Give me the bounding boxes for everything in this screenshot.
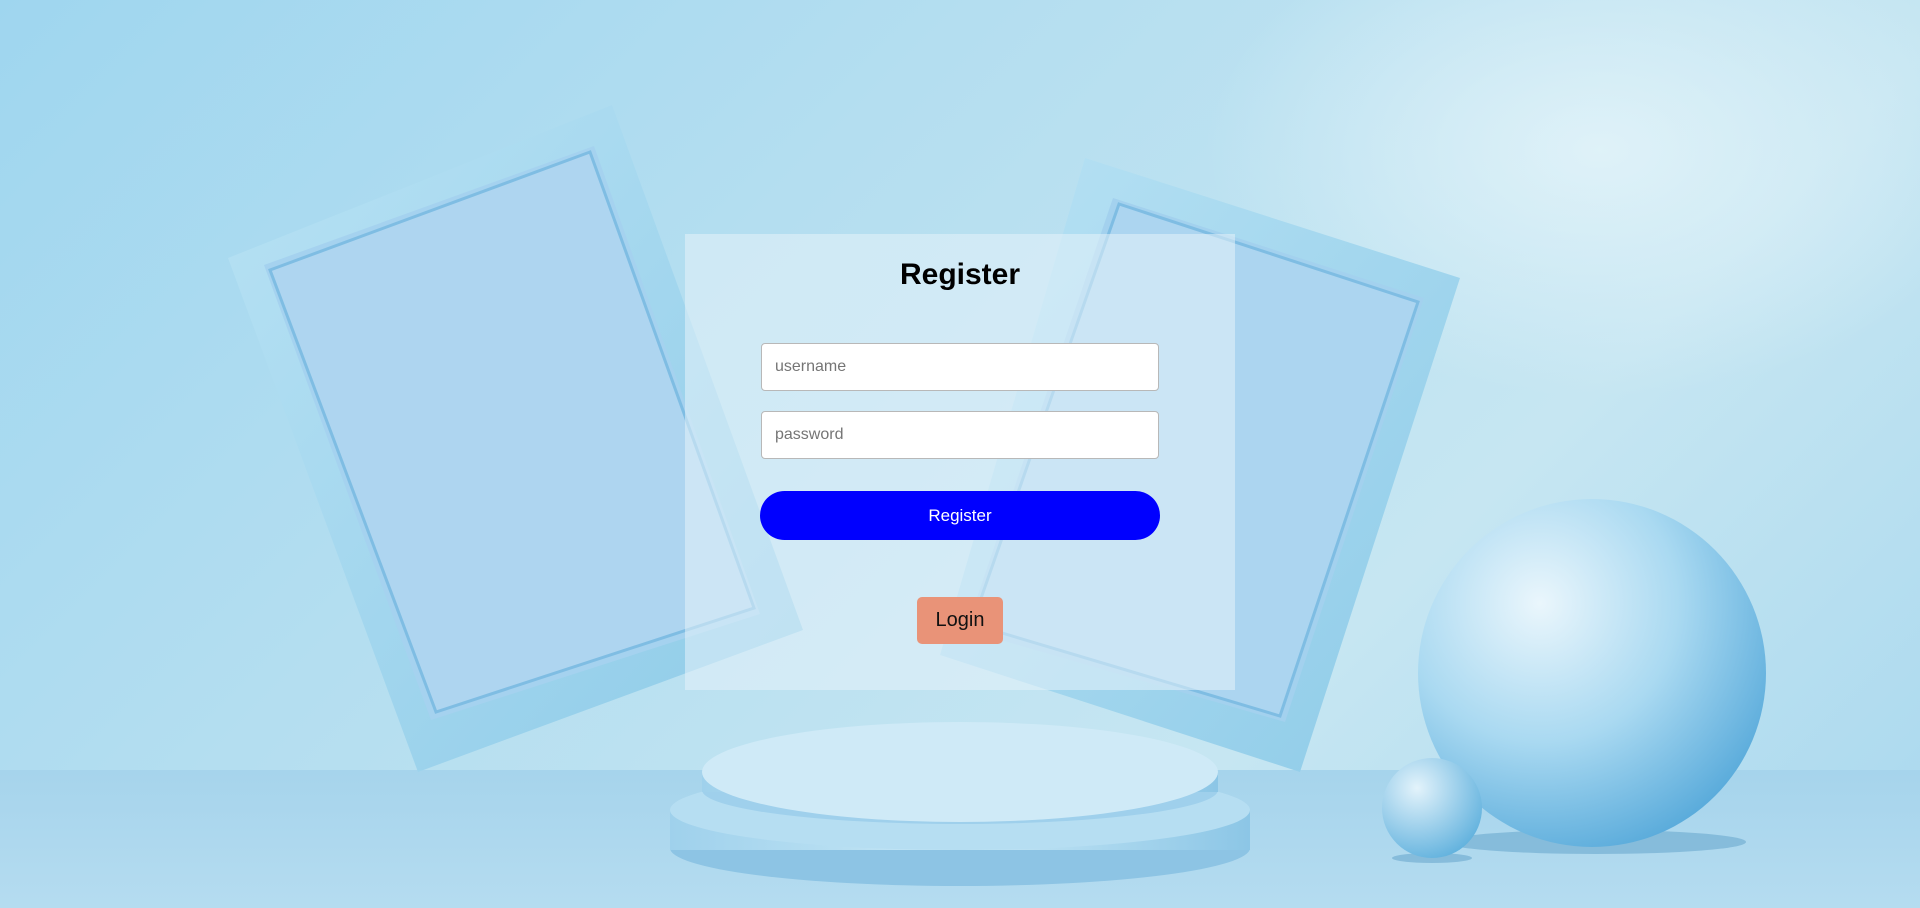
password-input[interactable] [761,411,1159,459]
username-input[interactable] [761,343,1159,391]
spheres [1382,499,1766,863]
register-button[interactable]: Register [760,491,1160,540]
podium [670,722,1250,886]
background-scene: Register Register Login [0,0,1920,908]
login-button[interactable]: Login [917,597,1003,644]
register-title: Register [899,258,1021,291]
